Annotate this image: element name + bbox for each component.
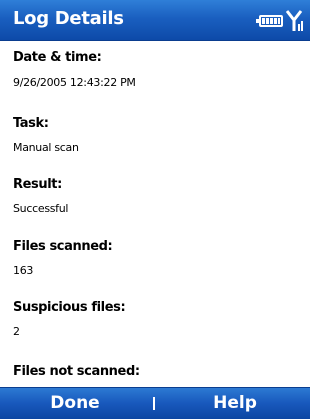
files-not-scanned-label: Files not scanned: — [13, 364, 140, 379]
title-bar: Log Details — [0, 0, 310, 41]
files-scanned-label: Files scanned: — [13, 239, 113, 254]
suspicious-files-value: 2 — [13, 325, 20, 338]
result-label: Result: — [13, 177, 62, 192]
softkey-bar: Done Help — [0, 387, 310, 419]
page-title: Log Details — [13, 8, 124, 29]
task-value: Manual scan — [13, 141, 79, 154]
result-value: Successful — [13, 202, 69, 215]
suspicious-files-label: Suspicious files: — [13, 300, 126, 315]
task-label: Task: — [13, 116, 49, 131]
softkey-divider — [153, 397, 155, 410]
help-button[interactable]: Help — [160, 388, 310, 419]
signal-icon[interactable] — [286, 10, 304, 32]
files-scanned-value: 163 — [13, 264, 34, 277]
battery-icon[interactable] — [256, 15, 283, 27]
date-time-value: 9/26/2005 12:43:22 PM — [13, 76, 136, 89]
date-time-label: Date & time: — [13, 50, 102, 65]
done-button[interactable]: Done — [0, 388, 150, 419]
